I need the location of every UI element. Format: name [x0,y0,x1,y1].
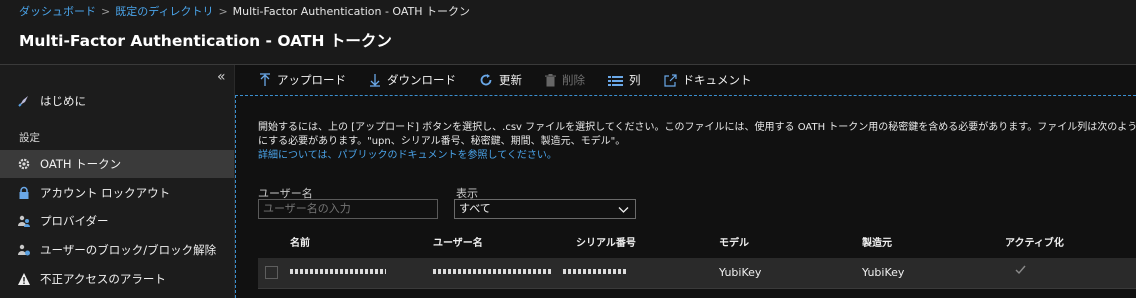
refresh-icon [479,73,493,87]
download-button[interactable]: ダウンロード [369,72,456,88]
sidebar-item-account-lockout[interactable]: アカウント ロックアウト [0,179,234,207]
rocket-icon [17,94,31,108]
upload-icon [259,73,271,87]
breadcrumb-separator: > [101,5,111,18]
description: 開始するには、上の [アップロード] ボタンを選択し、.csv ファイルを選択し… [258,121,1136,163]
breadcrumb-current: Multi-Factor Authentication - OATH トークン [232,5,471,18]
breadcrumb: ダッシュボード > 既定のディレクトリ > Multi-Factor Authentic… [0,0,1136,24]
sidebar-item-label: OATH トークン [40,157,122,171]
refresh-button[interactable]: 更新 [479,72,522,88]
documentation-button[interactable]: ドキュメント [663,72,752,88]
lock-icon [17,186,31,200]
gear-icon [17,157,31,171]
title-bar: Multi-Factor Authentication - OATH トークン [0,24,1136,64]
sidebar-item-label: プロバイダー [40,214,109,228]
sidebar-item-fraud-alert[interactable]: 不正アクセスのアラート [0,265,234,293]
cell-manufacturer: YubiKey [862,266,905,279]
breadcrumb-separator: > [218,5,228,18]
warning-icon [17,272,31,286]
sidebar-item-label: はじめに [40,94,86,108]
username-input[interactable] [258,199,438,219]
refresh-label: 更新 [499,73,522,87]
documentation-label: ドキュメント [682,73,752,87]
sidebar-item-label: ユーザーのブロック/ブロック解除 [40,243,217,257]
external-link-icon [663,73,677,87]
column-header-model[interactable]: モデル [719,234,749,249]
upload-button[interactable]: アップロード [259,72,346,88]
display-filter-select[interactable]: すべて [454,199,636,219]
redacted-serial [563,269,628,274]
column-header-manufacturer[interactable]: 製造元 [862,234,892,249]
columns-label: 列 [629,73,641,87]
sidebar-item-label: 不正アクセスのアラート [40,272,166,286]
sidebar-item-block-unblock-users[interactable]: ユーザーのブロック/ブロック解除 [0,236,234,264]
user-block-icon [17,243,31,257]
checkmark-icon [1015,265,1026,278]
column-header-activated[interactable]: アクティブ化 [1005,234,1064,249]
upload-label: アップロード [277,73,346,87]
collapse-sidebar-icon[interactable]: « [217,69,226,85]
delete-button[interactable]: 削除 [545,72,585,88]
redacted-username [433,269,553,274]
chevron-down-icon [618,203,629,221]
breadcrumb-dashboard[interactable]: ダッシュボード [19,5,96,18]
sidebar: « はじめに 設定 OATH トークン アカウント ロックアウト プロバイダー … [0,65,234,298]
trash-icon [545,73,556,87]
users-icon [17,214,31,228]
main-content: 開始するには、上の [アップロード] ボタンを選択し、.csv ファイルを選択し… [235,95,1136,298]
sidebar-item-providers[interactable]: プロバイダー [0,207,234,235]
download-icon [369,73,381,87]
sidebar-item-label: アカウント ロックアウト [40,186,171,200]
breadcrumb-directory[interactable]: 既定のディレクトリ [115,5,213,18]
display-filter-value: すべて [459,202,491,215]
table-row[interactable]: YubiKey YubiKey [258,258,1136,289]
description-text: 開始するには、上の [アップロード] ボタンを選択し、.csv ファイルを選択し… [258,122,1136,147]
redacted-name [290,269,386,274]
page-title: Multi-Factor Authentication - OATH トークン [19,32,392,50]
download-label: ダウンロード [387,73,456,87]
delete-label: 削除 [562,73,585,87]
cell-model: YubiKey [719,266,762,279]
column-header-username[interactable]: ユーザー名 [433,234,483,249]
sidebar-item-oath-tokens[interactable]: OATH トークン [0,150,234,178]
columns-button[interactable]: 列 [608,72,641,88]
sidebar-item-getting-started[interactable]: はじめに [0,87,234,115]
column-header-name[interactable]: 名前 [290,234,310,249]
columns-icon [608,75,623,86]
column-header-serial[interactable]: シリアル番号 [576,234,636,249]
row-checkbox[interactable] [265,266,278,279]
toolbar: アップロード ダウンロード 更新 削除 列 ドキュメント [235,65,1136,95]
documentation-link[interactable]: 詳細については、パブリックのドキュメントを参照してください。 [258,150,557,161]
sidebar-section-label: 設定 [19,132,40,144]
